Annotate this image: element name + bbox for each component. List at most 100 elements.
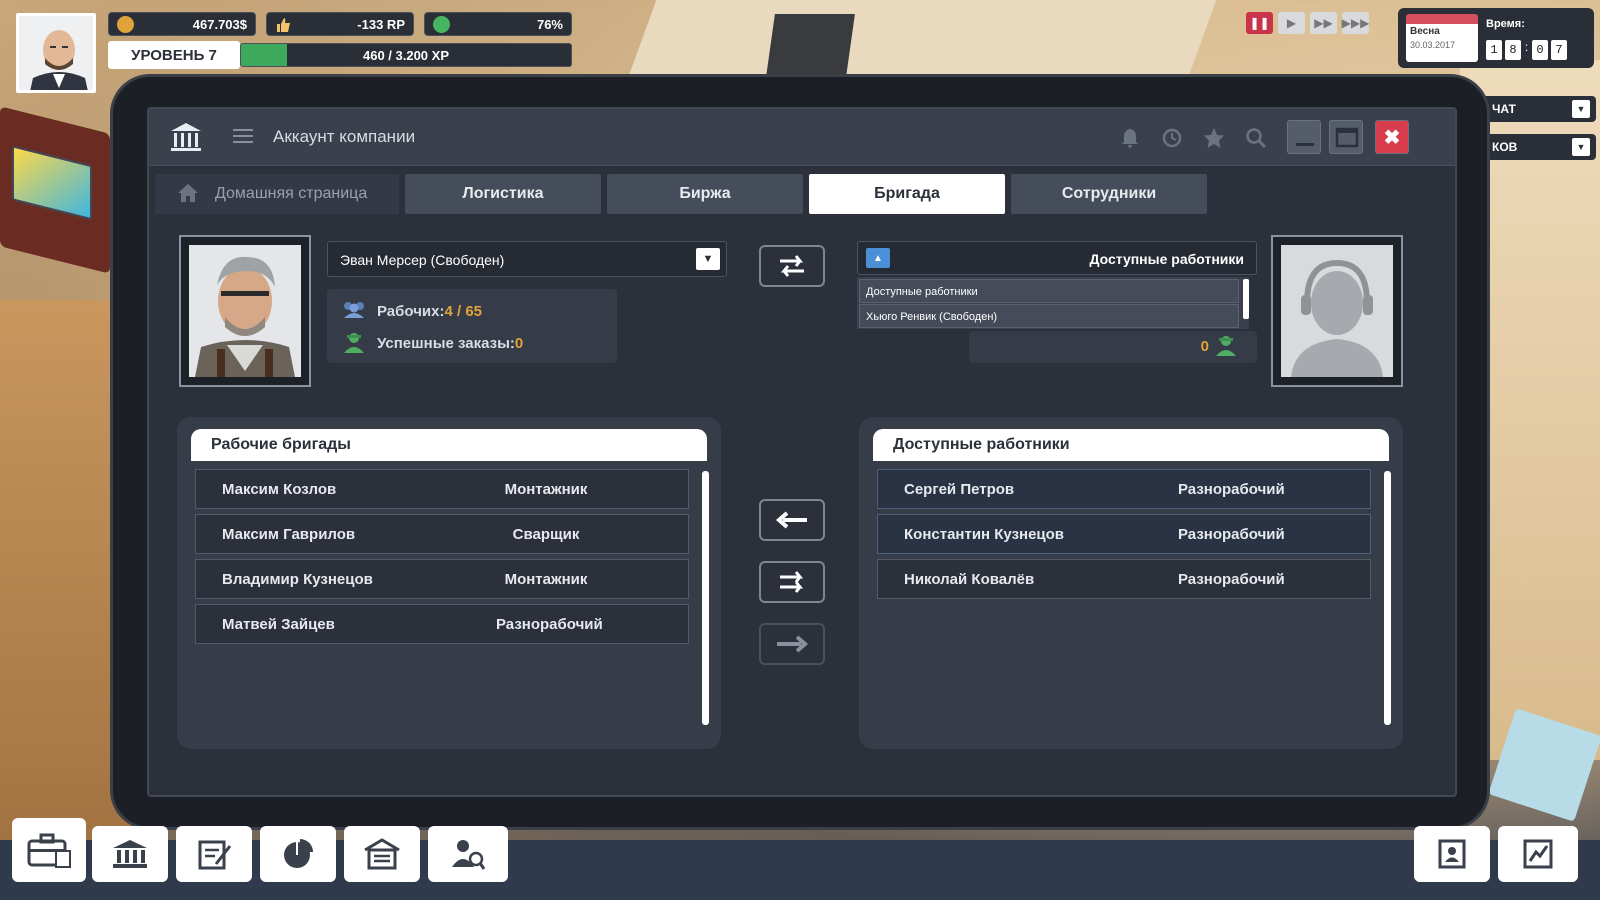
available-workers-dropdown-list: Доступные работники Хьюго Ренвик (Свобод… [857, 277, 1249, 329]
star-icon[interactable] [1203, 127, 1225, 149]
hamburger-menu-icon[interactable] [233, 127, 253, 150]
successful-orders: Успешные заказы:0 [344, 333, 523, 353]
pause-button[interactable]: ❚❚ [1246, 12, 1273, 34]
table-row[interactable]: Максим Гаврилов Сварщик [195, 514, 689, 554]
swap-foreman-button[interactable] [759, 245, 825, 287]
foreman-select[interactable]: Эван Мерсер (Свободен) ▼ [327, 241, 727, 277]
dropdown-option[interactable]: Доступные работники [859, 279, 1239, 303]
dock-warehouse-button[interactable] [344, 826, 420, 882]
happiness-stat: 76% [424, 12, 572, 36]
pie-chart-icon [284, 839, 313, 868]
swap-icon [780, 255, 804, 277]
xp-text: 460 / 3.200 XP [362, 48, 449, 63]
swap-workers-button[interactable] [759, 561, 825, 603]
brigade-workers-panel: Рабочие бригады Максим Козлов Монтажник … [177, 417, 721, 749]
available-workers-dropdown[interactable]: ▲ Доступные работники [857, 241, 1257, 275]
tablet-frame: Аккаунт компании ✖ Домашняя страница Лог… [110, 74, 1490, 830]
minimize-button[interactable] [1287, 120, 1321, 154]
history-icon[interactable] [1161, 127, 1183, 149]
table-row[interactable]: Николай Ковалёв Разнорабочий [877, 559, 1371, 599]
arrow-right-icon [777, 635, 809, 653]
fastest-forward-button[interactable]: ▶▶▶ [1342, 12, 1369, 34]
selected-worker-orders: 0 [969, 331, 1257, 363]
worker-search-icon [452, 840, 486, 870]
bell-icon[interactable] [1119, 127, 1141, 149]
empty-worker-portrait [1271, 235, 1403, 387]
worker-check-icon [1213, 334, 1239, 363]
clock-digits: 1 8 : 0 7 [1486, 40, 1567, 60]
chevron-down-icon: ▼ [696, 248, 720, 270]
table-row[interactable]: Максим Козлов Монтажник [195, 469, 689, 509]
tab-logistics[interactable]: Логистика [405, 174, 601, 214]
table-row[interactable]: Владимир Кузнецов Монтажник [195, 559, 689, 599]
window-titlebar: Аккаунт компании ✖ [149, 109, 1455, 166]
dock-statistics-button[interactable] [260, 826, 336, 882]
dock-charts-button[interactable] [1498, 826, 1578, 882]
tab-employees[interactable]: Сотрудники [1011, 174, 1207, 214]
tab-brigade[interactable]: Бригада [809, 174, 1005, 214]
close-button[interactable]: ✖ [1375, 120, 1409, 154]
thumbs-up-icon [275, 16, 292, 33]
home-icon [177, 183, 199, 208]
company-account-window: Аккаунт компании ✖ Домашняя страница Лог… [147, 107, 1457, 797]
table-row[interactable]: Матвей Зайцев Разнорабочий [195, 604, 689, 644]
calendar-widget: Весна 30.03.2017 Время: 1 8 : 0 7 [1398, 8, 1594, 68]
workers-count: Рабочих:4 / 65 [344, 302, 482, 320]
dock-contracts-button[interactable] [176, 826, 252, 882]
play-button[interactable]: ▶ [1278, 12, 1305, 34]
dropdown-scrollbar[interactable] [1243, 279, 1249, 319]
xp-progress-bar: 460 / 3.200 XP [240, 43, 572, 67]
dock-employee-card-button[interactable] [1414, 826, 1490, 882]
briefcase-icon [27, 833, 71, 868]
dock-bank-button[interactable] [92, 826, 168, 882]
dock-hr-button[interactable] [428, 826, 508, 882]
silhouette-icon [1281, 245, 1393, 377]
level-label: УРОВЕНЬ 7 [108, 41, 240, 69]
dock-briefcase-button[interactable] [12, 818, 86, 882]
table-row[interactable]: Сергей Петров Разнорабочий [877, 469, 1371, 509]
contract-icon [198, 840, 232, 870]
move-left-button[interactable] [759, 499, 825, 541]
foreman-stats: Рабочих:4 / 65 Успешные заказы:0 [327, 289, 617, 363]
foreman-portrait [179, 235, 311, 387]
dropdown-option[interactable]: Хьюго Ренвик (Свободен) [859, 304, 1239, 328]
player-avatar[interactable] [16, 13, 96, 93]
search-icon[interactable] [1245, 127, 1267, 149]
side-dropdown-2[interactable]: КОВ ▼ [1478, 134, 1596, 160]
maximize-button[interactable] [1329, 120, 1363, 154]
brigade-workers-title: Рабочие бригады [191, 429, 707, 461]
chevron-down-icon: ▼ [1572, 138, 1590, 156]
money-stat: 467.703$ [108, 12, 256, 36]
reputation-stat: -133 RP [266, 12, 414, 36]
stats-icon [1523, 839, 1553, 869]
window-title: Аккаунт компании [273, 127, 416, 146]
table-row[interactable]: Константин Кузнецов Разнорабочий [877, 514, 1371, 554]
side-dropdown-chat[interactable]: ЧАТ ▼ [1478, 96, 1596, 122]
tab-home[interactable]: Домашняя страница [155, 174, 399, 214]
minimize-icon [1296, 143, 1314, 146]
fast-forward-button[interactable]: ▶▶ [1310, 12, 1337, 34]
team-icon [341, 300, 367, 324]
coin-icon [117, 16, 134, 33]
swap-icon [780, 571, 804, 593]
bank-icon [169, 121, 203, 158]
tab-bar: Домашняя страница Логистика Биржа Бригад… [153, 174, 1455, 214]
close-icon: ✖ [1383, 126, 1401, 149]
chevron-down-icon: ▼ [1572, 100, 1590, 118]
available-workers-title: Доступные работники [873, 429, 1389, 461]
chevron-up-icon: ▲ [866, 248, 890, 268]
employee-card-icon [1438, 839, 1466, 869]
smiley-icon [433, 16, 450, 33]
move-right-button[interactable] [759, 623, 825, 665]
calendar-icon: Весна 30.03.2017 [1406, 14, 1478, 62]
available-scrollbar[interactable] [1384, 471, 1391, 725]
available-workers-panel: Доступные работники Сергей Петров Разнор… [859, 417, 1403, 749]
tab-exchange[interactable]: Биржа [607, 174, 803, 214]
background-arcade-machine [0, 106, 110, 274]
worker-check-icon [341, 332, 367, 358]
bank-icon [113, 840, 147, 868]
warehouse-icon [364, 838, 400, 870]
brigade-scrollbar[interactable] [702, 471, 709, 725]
maximize-icon [1335, 127, 1359, 148]
arrow-left-icon [775, 511, 807, 529]
